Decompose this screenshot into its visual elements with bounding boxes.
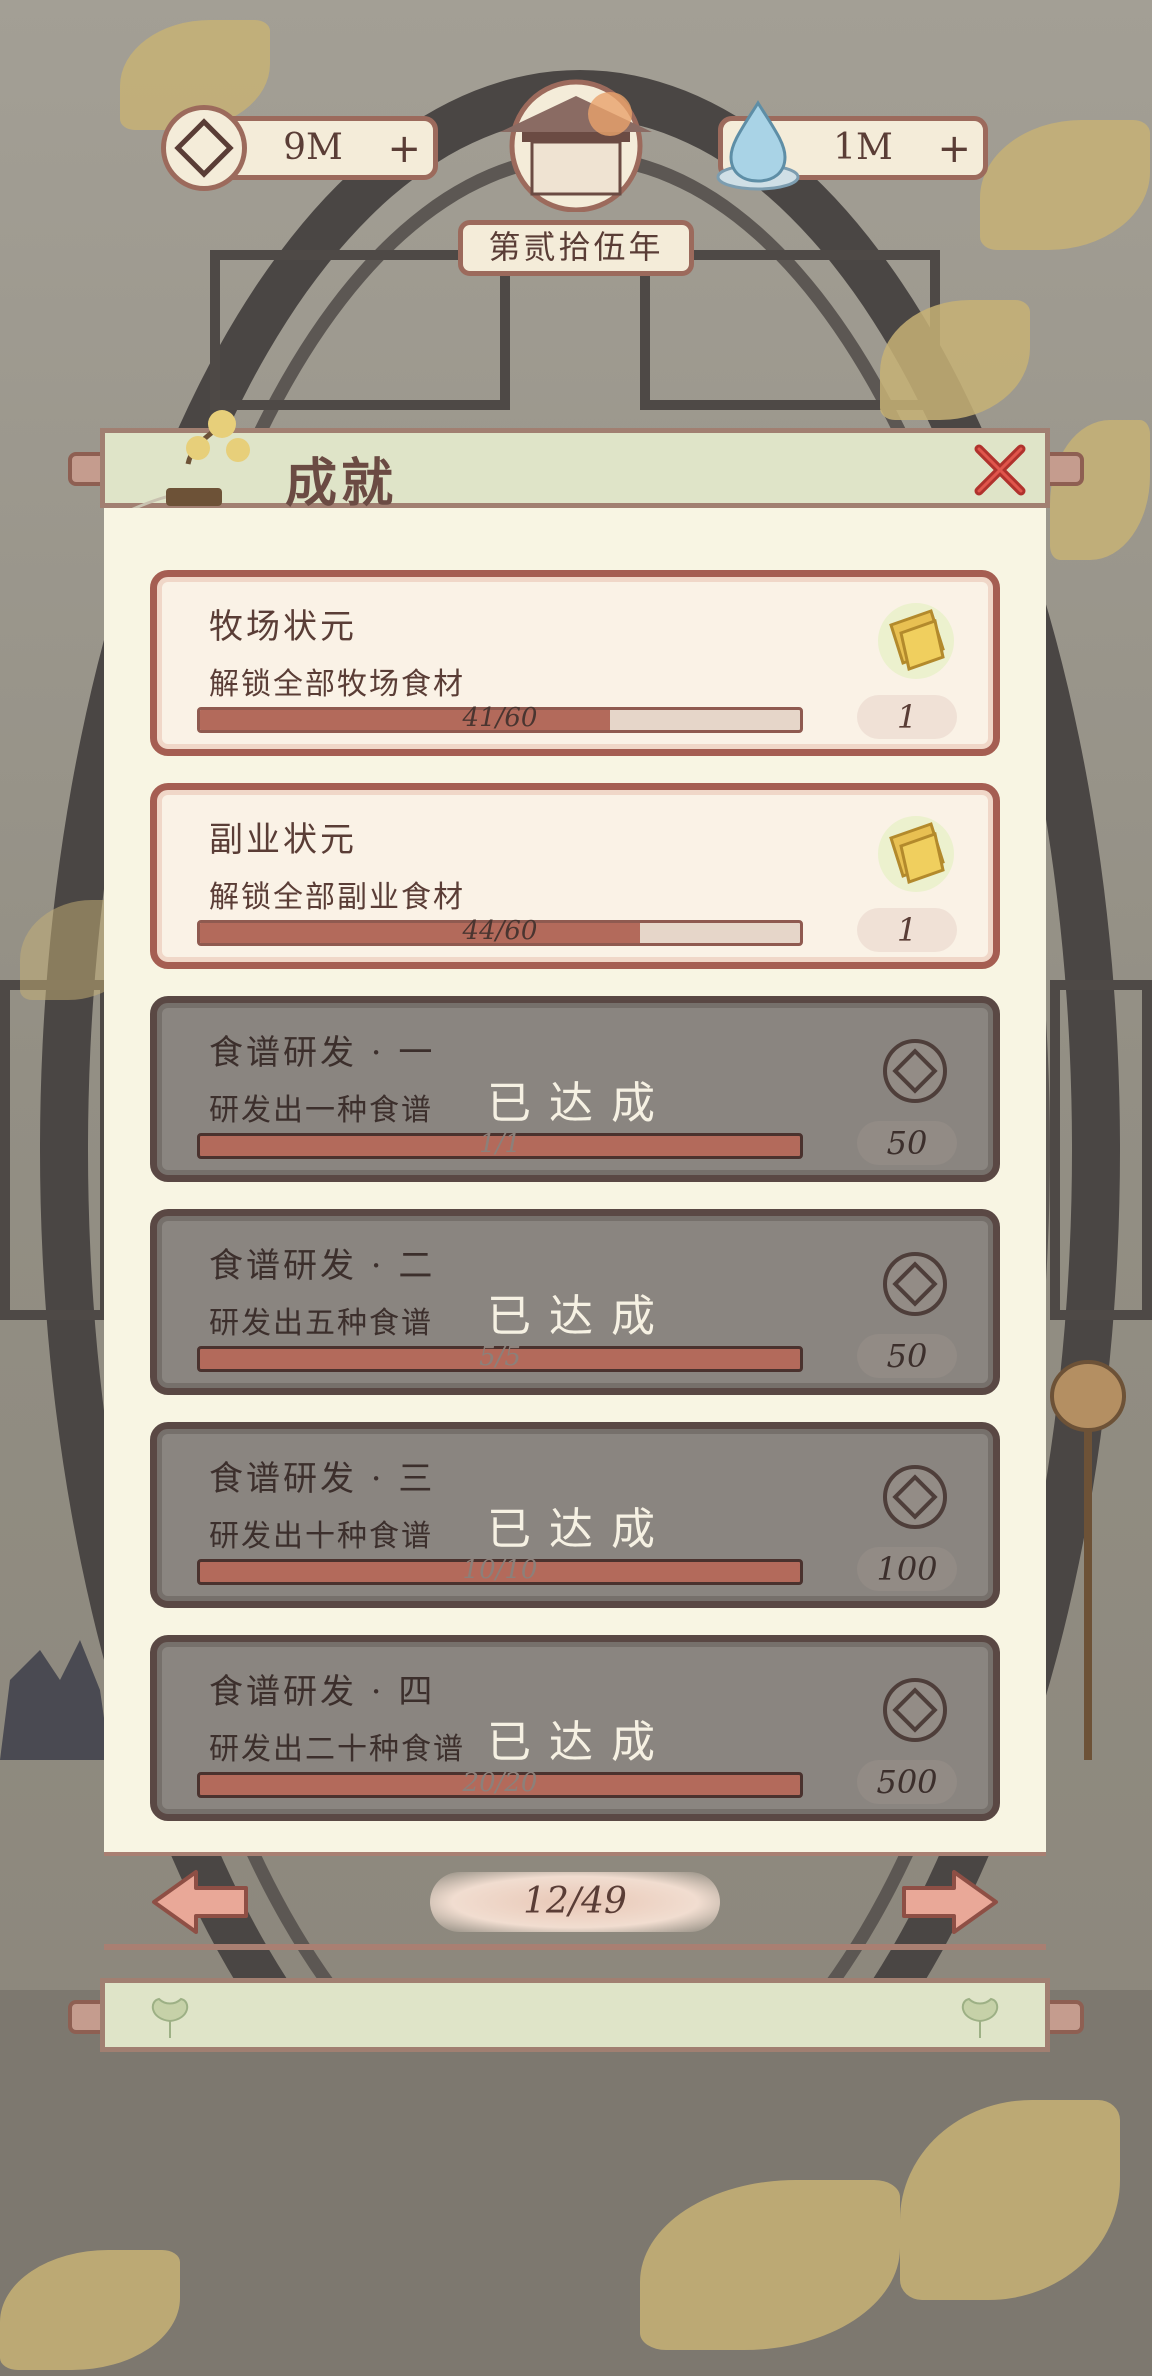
- lamp-icon: [1050, 1360, 1126, 1760]
- achievement-description: 解锁全部牧场食材: [209, 667, 465, 702]
- water-resource: 1M +: [716, 100, 988, 191]
- achievement-card[interactable]: 副业状元解锁全部副业食材 44/60 1: [150, 783, 1000, 969]
- coin-resource: 9M +: [161, 105, 438, 191]
- ticket-icon: [878, 816, 954, 892]
- progress-text: 44/60: [462, 916, 538, 946]
- completed-stamp: 已达成: [487, 1717, 673, 1768]
- next-page-arrow-icon[interactable]: [900, 1868, 1000, 1936]
- year-label: 第贰拾伍年: [458, 220, 694, 276]
- progress-text: 10/10: [462, 1555, 538, 1585]
- page-indicator: 12/49: [430, 1872, 720, 1932]
- completed-stamp: 已达成: [487, 1504, 673, 1555]
- panel-footer: [100, 1978, 1050, 2052]
- water-drop-icon: [716, 100, 800, 191]
- add-coins-button[interactable]: +: [387, 129, 421, 169]
- coin-icon: [883, 1252, 947, 1316]
- achievement-card[interactable]: 食谱研发 · 一研发出一种食谱 1/1 50 已达成: [150, 996, 1000, 1182]
- prev-page-arrow-icon[interactable]: [150, 1868, 250, 1936]
- achievement-card[interactable]: 食谱研发 · 四研发出二十种食谱 20/20 500 已达成: [150, 1635, 1000, 1821]
- reward-amount: 1: [857, 695, 957, 739]
- add-water-button[interactable]: +: [937, 129, 971, 169]
- achievement-name: 食谱研发 · 一: [209, 1033, 436, 1073]
- reward-amount: 50: [857, 1121, 957, 1165]
- achievement-description: 研发出十种食谱: [209, 1519, 433, 1554]
- reward-amount: 50: [857, 1334, 957, 1378]
- achievement-description: 研发出一种食谱: [209, 1093, 433, 1128]
- achievement-description: 解锁全部副业食材: [209, 880, 465, 915]
- coin-amount: 9M: [283, 127, 343, 168]
- progress-text: 1/1: [479, 1129, 521, 1159]
- achievement-name: 副业状元: [209, 820, 357, 860]
- reward-amount: 100: [857, 1547, 957, 1591]
- achievement-card[interactable]: 食谱研发 · 三研发出十种食谱 10/10 100 已达成: [150, 1422, 1000, 1608]
- achievement-name: 牧场状元: [209, 607, 357, 647]
- progress-text: 5/5: [479, 1342, 521, 1372]
- completed-stamp: 已达成: [487, 1078, 673, 1129]
- panel-title: 成就: [285, 453, 398, 514]
- achievement-description: 研发出五种食谱: [209, 1306, 433, 1341]
- coin-icon: [883, 1678, 947, 1742]
- achievement-name: 食谱研发 · 三: [209, 1459, 436, 1499]
- bonsai-icon: [121, 410, 250, 516]
- achievement-name: 食谱研发 · 四: [209, 1672, 436, 1712]
- progress-text: 41/60: [462, 703, 538, 733]
- ginkgo-leaf-icon: [151, 1997, 189, 2038]
- rock-icon: [0, 1640, 110, 1760]
- progress-text: 20/20: [462, 1768, 538, 1798]
- achievement-description: 研发出二十种食谱: [209, 1732, 465, 1767]
- ginkgo-leaf-icon: [961, 1997, 999, 2038]
- achievement-card[interactable]: 食谱研发 · 二研发出五种食谱 5/5 50 已达成: [150, 1209, 1000, 1395]
- coin-icon: [161, 105, 247, 191]
- close-icon[interactable]: [971, 441, 1029, 499]
- water-amount: 1M: [833, 127, 893, 168]
- reward-amount: 1: [857, 908, 957, 952]
- achievement-card[interactable]: 牧场状元解锁全部牧场食材 41/60 1: [150, 570, 1000, 756]
- ticket-icon: [878, 603, 954, 679]
- completed-stamp: 已达成: [487, 1291, 673, 1342]
- reward-amount: 500: [857, 1760, 957, 1804]
- coin-icon: [883, 1465, 947, 1529]
- pavilion-emblem-icon: [500, 79, 652, 212]
- achievement-name: 食谱研发 · 二: [209, 1246, 436, 1286]
- coin-icon: [883, 1039, 947, 1103]
